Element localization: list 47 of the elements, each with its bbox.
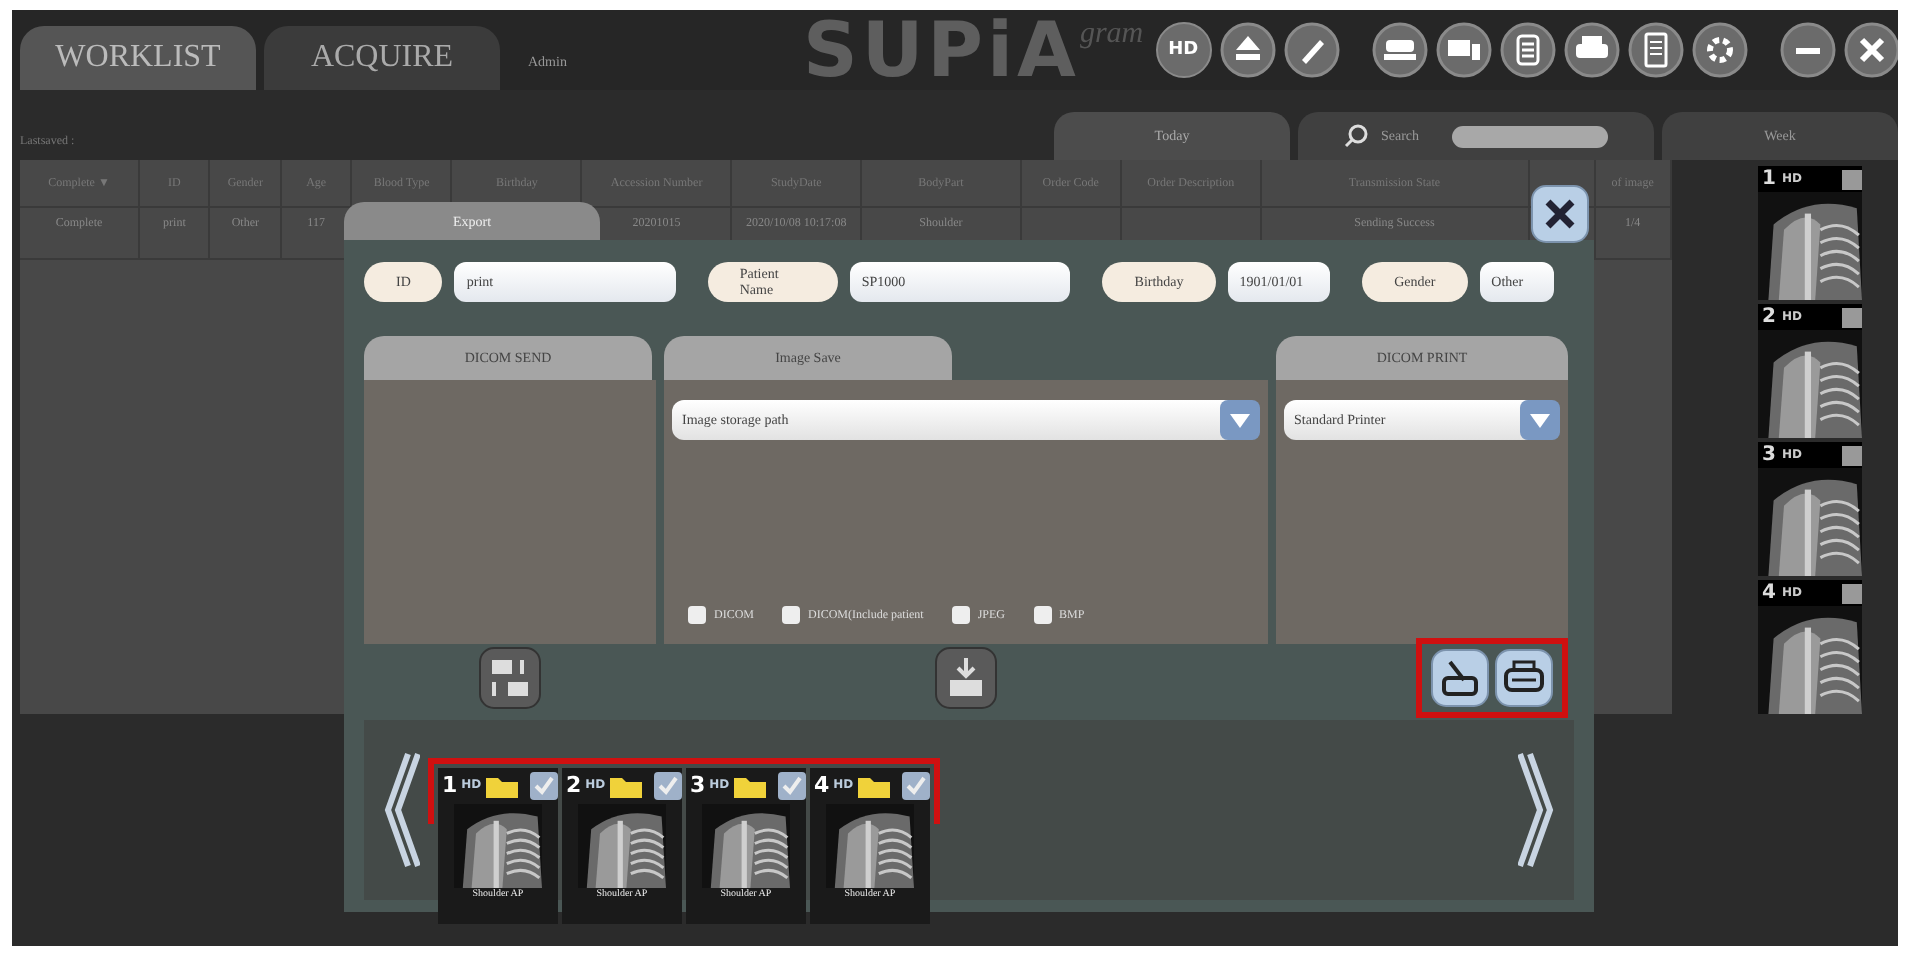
marker-icon	[1842, 445, 1862, 465]
logo-text: SUPiA	[802, 10, 1080, 90]
check-icon	[654, 771, 682, 799]
close-icon[interactable]	[1843, 22, 1898, 78]
settings-icon[interactable]	[1691, 22, 1748, 78]
checkbox[interactable]	[782, 606, 801, 624]
checkbox[interactable]	[951, 606, 970, 624]
image-number: 2	[1762, 306, 1776, 328]
hd-button[interactable]: HD	[1155, 22, 1212, 78]
minimize-icon[interactable]	[1779, 22, 1836, 78]
checkbox[interactable]	[1033, 606, 1052, 624]
scanner-icon[interactable]	[1371, 22, 1428, 78]
eject-icon[interactable]	[1219, 22, 1276, 78]
image-number: 3	[690, 772, 706, 798]
next-arrow-icon[interactable]	[1518, 750, 1558, 870]
printer-icon[interactable]	[1494, 648, 1554, 708]
search-icon	[1344, 124, 1369, 148]
printer-icon[interactable]	[1563, 22, 1620, 78]
folder-icon	[857, 773, 890, 797]
previous-arrow-icon[interactable]	[380, 750, 420, 870]
list-icon[interactable]	[1499, 22, 1556, 78]
monitor-icon[interactable]	[1435, 22, 1492, 78]
transfer-icon[interactable]	[478, 646, 542, 710]
tab[interactable]: ACQUIRE	[264, 26, 500, 90]
image-number: 1	[442, 772, 458, 798]
folder-icon	[609, 773, 642, 797]
printer-edit-icon[interactable]	[1430, 648, 1490, 708]
image-number: 4	[1762, 582, 1776, 604]
marker-icon	[1842, 583, 1862, 603]
marker-icon	[1842, 169, 1862, 189]
checkbox[interactable]	[688, 606, 706, 624]
image-number: 2	[566, 772, 582, 798]
download-icon[interactable]	[934, 646, 998, 710]
check-icon	[778, 771, 806, 799]
check-icon	[902, 771, 930, 799]
document-icon[interactable]	[1627, 22, 1684, 78]
folder-icon	[733, 773, 766, 797]
pen-icon[interactable]	[1283, 22, 1340, 78]
image-number: 4	[814, 772, 830, 798]
search-field[interactable]	[1451, 125, 1608, 147]
image-number: 1	[1762, 168, 1776, 190]
close-button[interactable]	[1530, 184, 1590, 244]
marker-icon	[1842, 307, 1862, 327]
image-number: 3	[1762, 444, 1776, 466]
tab[interactable]: WORKLIST	[20, 26, 256, 90]
check-icon	[530, 771, 558, 799]
folder-icon	[485, 773, 518, 797]
